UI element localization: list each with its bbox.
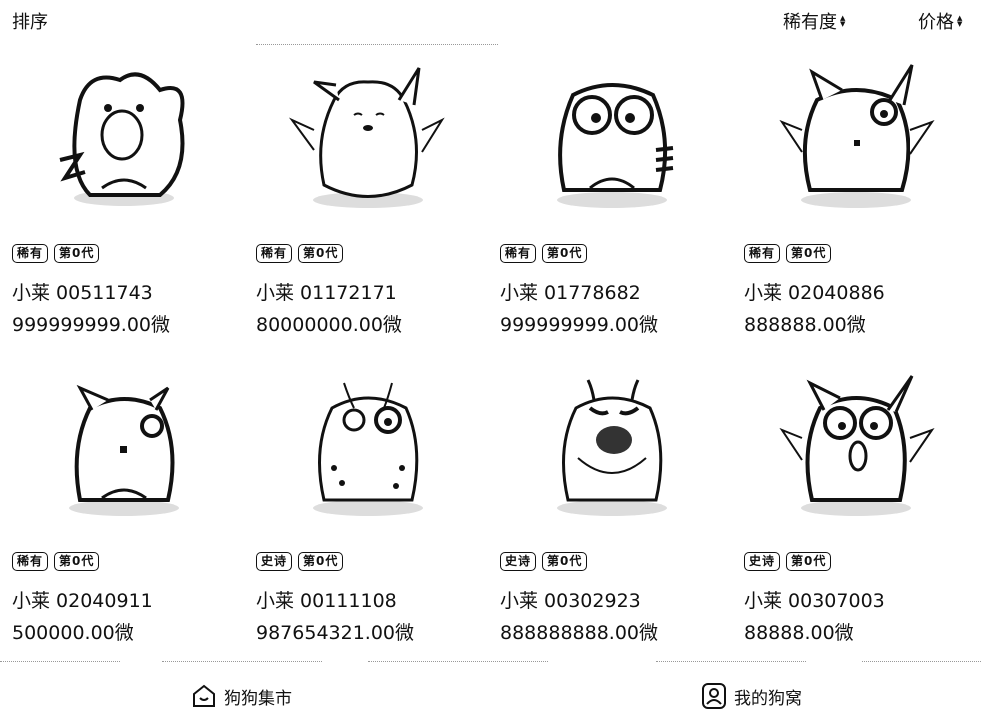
price-sort-label: 价格 <box>918 12 954 33</box>
divider <box>368 661 548 662</box>
generation-tag: 第0代 <box>786 244 832 263</box>
dog-price: 88888.00微 <box>744 622 854 644</box>
dog-name: 小莱 00307003 <box>744 590 885 612</box>
dog-name: 小莱 00511743 <box>12 282 153 304</box>
dog-image <box>557 379 667 516</box>
dog-card[interactable]: 史诗 第0代 小莱 00111108 987654321.00微 <box>244 354 488 654</box>
dog-image <box>313 382 423 516</box>
generation-tag: 第0代 <box>54 244 100 263</box>
dog-image <box>59 72 185 206</box>
generation-tag: 第0代 <box>786 552 832 571</box>
dog-name: 小莱 01172171 <box>256 282 397 304</box>
dog-name: 小莱 02040911 <box>12 590 153 612</box>
generation-tag: 第0代 <box>54 552 100 571</box>
dog-price: 999999999.00微 <box>12 314 171 336</box>
dog-image <box>288 67 445 208</box>
generation-tag: 第0代 <box>542 244 588 263</box>
dog-price: 999999999.00微 <box>500 314 659 336</box>
dog-image <box>779 64 935 208</box>
profile-icon <box>702 683 726 709</box>
dog-price: 888888888.00微 <box>500 622 659 644</box>
sort-arrows-icon: ▲ ▼ <box>840 14 846 28</box>
divider <box>656 661 806 662</box>
rarity-tag: 史诗 <box>256 552 293 571</box>
dog-name: 小莱 01778682 <box>500 282 641 304</box>
sort-label: 排序 <box>12 12 48 33</box>
bottom-nav: 狗狗集市 我的狗窝 <box>0 664 981 721</box>
dog-image <box>779 375 935 516</box>
dog-image <box>69 384 179 516</box>
dog-price: 80000000.00微 <box>256 314 402 336</box>
rarity-tag: 稀有 <box>500 244 537 263</box>
dog-image <box>557 83 674 208</box>
rarity-tag: 稀有 <box>744 244 781 263</box>
rarity-tag: 稀有 <box>12 244 49 263</box>
rarity-tag: 稀有 <box>12 552 49 571</box>
price-sort-button[interactable]: 价格 ▲ ▼ <box>918 8 962 34</box>
dog-price: 888888.00微 <box>744 314 866 336</box>
rarity-tag: 稀有 <box>256 244 293 263</box>
divider <box>862 661 981 662</box>
dog-card[interactable]: 稀有 第0代 小莱 00511743 999999999.00微 <box>0 46 244 346</box>
dog-price: 987654321.00微 <box>256 622 415 644</box>
house-icon <box>193 684 215 707</box>
dog-card[interactable]: 稀有 第0代 小莱 02040911 500000.00微 <box>0 354 244 654</box>
dog-card[interactable]: 稀有 第0代 小莱 01778682 999999999.00微 <box>488 46 732 346</box>
dog-name: 小莱 00302923 <box>500 590 641 612</box>
nav-my-kennel-label: 我的狗窝 <box>734 688 802 709</box>
divider <box>256 44 498 45</box>
rarity-tag: 史诗 <box>744 552 781 571</box>
nav-dog-market[interactable]: 狗狗集市 <box>190 682 292 710</box>
rarity-tag: 史诗 <box>500 552 537 571</box>
generation-tag: 第0代 <box>542 552 588 571</box>
dog-card[interactable]: 稀有 第0代 小莱 02040886 888888.00微 <box>732 46 976 346</box>
dog-name: 小莱 00111108 <box>256 590 397 612</box>
top-bar: 排序 稀有度 ▲ ▼ 价格 ▲ ▼ <box>0 0 981 40</box>
nav-dog-market-label: 狗狗集市 <box>224 688 292 709</box>
dog-card[interactable]: 史诗 第0代 小莱 00302923 888888888.00微 <box>488 354 732 654</box>
dog-name: 小莱 02040886 <box>744 282 885 304</box>
sort-arrows-icon: ▲ ▼ <box>957 14 963 28</box>
generation-tag: 第0代 <box>298 552 344 571</box>
nav-my-kennel[interactable]: 我的狗窝 <box>700 682 802 710</box>
dog-price: 500000.00微 <box>12 622 134 644</box>
divider <box>0 661 120 662</box>
dog-card[interactable]: 稀有 第0代 小莱 01172171 80000000.00微 <box>244 46 488 346</box>
rarity-sort-label: 稀有度 <box>783 12 837 33</box>
divider <box>162 661 322 662</box>
generation-tag: 第0代 <box>298 244 344 263</box>
dog-card[interactable]: 史诗 第0代 小莱 00307003 88888.00微 <box>732 354 976 654</box>
rarity-sort-button[interactable]: 稀有度 ▲ ▼ <box>783 8 845 34</box>
